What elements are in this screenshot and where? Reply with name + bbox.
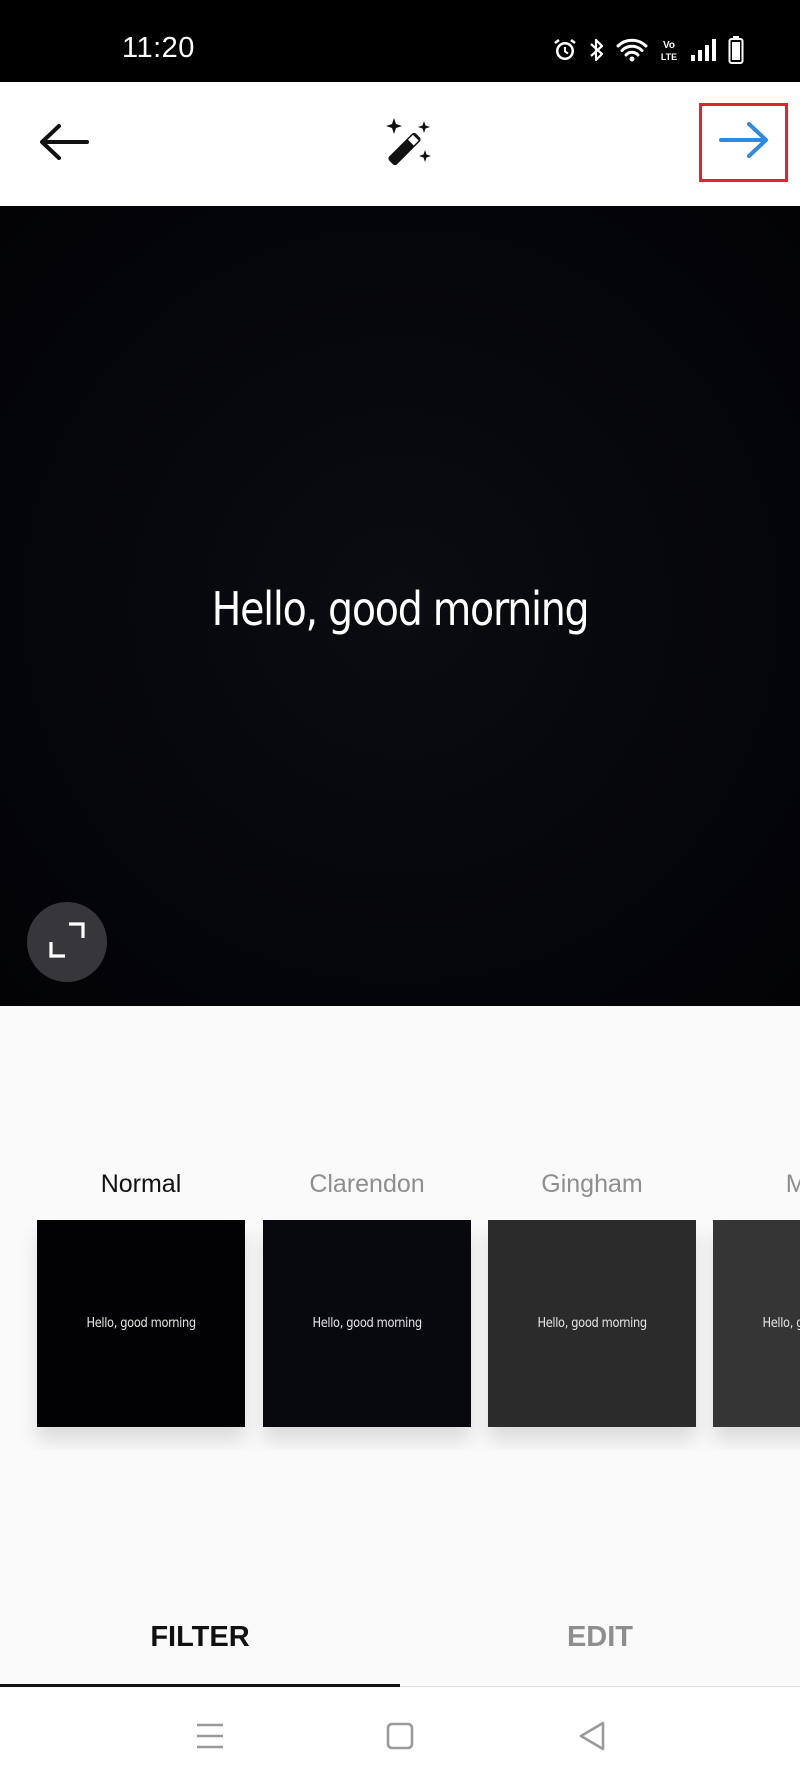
filter-gingham[interactable]: Gingham Hello, good morning [488,1160,696,1427]
filter-label: Gingham [541,1170,643,1198]
filter-thumbnail: Hello, good morning [263,1220,471,1427]
filter-thumbnail: Hello, good morning [488,1220,696,1427]
top-bar [0,82,800,206]
preview-text: Hello, good morning [211,582,590,636]
svg-text:Vo: Vo [663,40,675,51]
home-square-icon [385,1721,415,1756]
arrow-right-icon [717,120,771,165]
status-time: 11:20 [122,32,195,64]
thumbnail-text: Hello, good morning [537,1316,647,1331]
thumbnail-text: Hello, good morning [86,1316,196,1331]
filter-label: Normal [100,1170,182,1198]
filter-thumbnail: Hello, good morning [713,1220,800,1427]
alarm-icon [552,37,578,63]
signal-icon [690,38,718,62]
filter-normal[interactable]: Normal Hello, good morning [37,1160,245,1427]
volte-icon: Vo LTE [658,37,680,63]
filter-moon[interactable]: Moon Hello, good morning [713,1160,800,1427]
home-button[interactable] [370,1710,430,1766]
expand-icon [47,920,87,965]
status-icons: Vo LTE [552,36,744,64]
filter-label: Clarendon [309,1170,425,1198]
svg-text:LTE: LTE [661,52,677,62]
filter-label: Moon [785,1170,800,1198]
status-bar: 11:20 Vo LTE [0,0,800,82]
thumbnail-text: Hello, good morning [762,1316,800,1331]
thumbnail-text: Hello, good morning [312,1316,422,1331]
recent-apps-button[interactable] [180,1710,240,1766]
photo-preview: Hello, good morning [0,206,800,1006]
magic-wand-icon [380,116,434,175]
filter-strip: Normal Hello, good morning Clarendon Hel… [0,1160,800,1450]
back-button[interactable] [30,110,98,178]
system-nav-bar [0,1688,800,1787]
expand-button[interactable] [27,902,107,982]
editor-tabs: FILTER EDIT [0,1585,800,1689]
tab-divider [400,1686,800,1687]
tab-filter[interactable]: FILTER [0,1585,400,1689]
menu-icon [194,1722,226,1755]
arrow-left-icon [37,122,91,167]
filter-clarendon[interactable]: Clarendon Hello, good morning [263,1160,471,1427]
tab-active-indicator [0,1684,400,1687]
tab-edit[interactable]: EDIT [400,1585,800,1689]
back-triangle-icon [577,1720,607,1757]
battery-icon [728,36,744,64]
bluetooth-icon [588,36,606,64]
system-back-button[interactable] [562,1710,622,1766]
filter-thumbnail: Hello, good morning [37,1220,245,1427]
magic-wand-button[interactable] [374,112,440,178]
wifi-icon [616,37,648,63]
next-button[interactable] [699,103,788,182]
